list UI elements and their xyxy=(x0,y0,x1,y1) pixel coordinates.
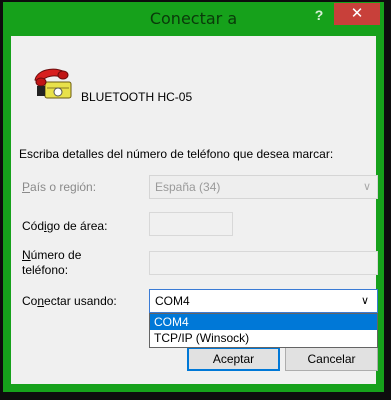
phone-input[interactable] xyxy=(149,251,378,275)
title-bar[interactable]: Conectar a ? ✕ xyxy=(3,2,384,37)
dialog-body: BLUETOOTH HC-05 Escriba detalles del núm… xyxy=(11,36,378,384)
chevron-down-icon: ∨ xyxy=(362,181,371,193)
telephone-icon xyxy=(34,68,72,99)
country-value: España (34) xyxy=(155,180,221,194)
dialog-window: Conectar a ? ✕ BLUETOOTH HC-05 Escriba d… xyxy=(3,2,384,392)
connect-using-dropdown: COM4 TCP/IP (Winsock) xyxy=(149,313,378,348)
country-select[interactable]: España (34) ∨ xyxy=(149,175,378,199)
cancel-button[interactable]: Cancelar xyxy=(285,347,378,371)
connect-using-select[interactable]: COM4 ∨ xyxy=(149,289,378,313)
help-button[interactable]: ? xyxy=(309,5,329,25)
area-code-input[interactable] xyxy=(149,212,233,236)
connection-name: BLUETOOTH HC-05 xyxy=(81,90,193,104)
dropdown-option-com4[interactable]: COM4 xyxy=(150,314,377,330)
chevron-down-icon: ∨ xyxy=(360,295,369,307)
instructions-text: Escriba detalles del número de teléfono … xyxy=(19,147,334,161)
connect-using-value: COM4 xyxy=(155,294,190,308)
phone-label-line2: teléfono: xyxy=(22,263,69,277)
area-code-label: Código de área: xyxy=(22,219,108,233)
connect-using-label: Conectar usando: xyxy=(22,294,117,308)
close-button[interactable]: ✕ xyxy=(334,3,380,25)
country-label: País o región: xyxy=(22,180,97,194)
phone-label-line1: Número de xyxy=(22,248,82,262)
ok-button[interactable]: Aceptar xyxy=(187,347,280,371)
dropdown-option-tcpip[interactable]: TCP/IP (Winsock) xyxy=(150,330,377,346)
